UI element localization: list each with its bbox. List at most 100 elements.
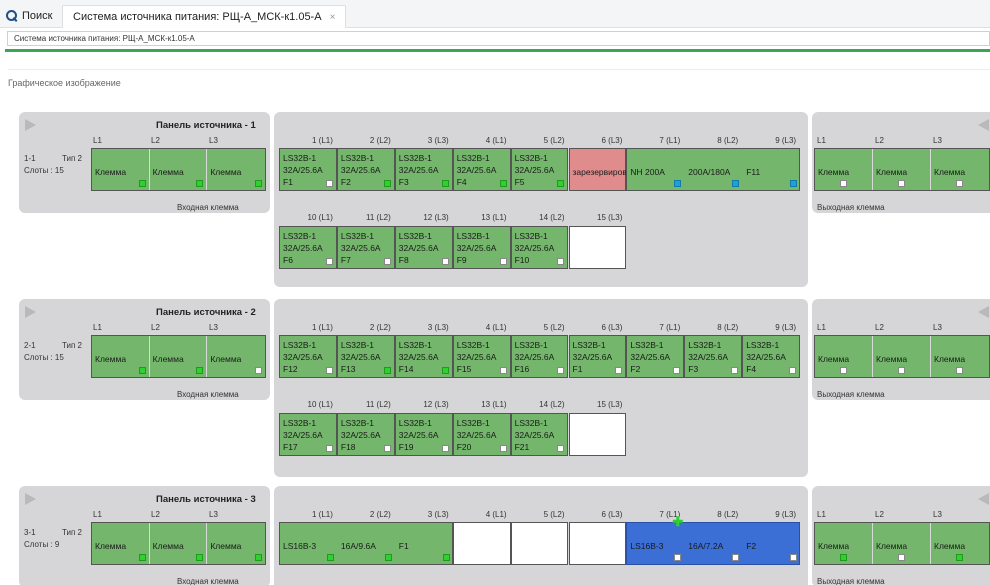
status-indicator — [383, 258, 391, 265]
input-terminal[interactable]: Клемма — [149, 523, 208, 564]
empty-slot[interactable] — [568, 226, 627, 269]
breaker-rating: 32A/25.6A — [398, 165, 439, 175]
collapse-icon[interactable] — [978, 119, 989, 131]
output-terminal[interactable]: Клемма — [873, 336, 931, 377]
breaker-model: LS32B-1 — [283, 153, 317, 163]
output-terminal[interactable]: Клемма — [815, 523, 873, 564]
breaker-rating: 32A/25.6A — [514, 352, 555, 362]
output-terminal-row[interactable]: Клемма Клемма Клемма — [814, 335, 990, 378]
slot-header: 2 (L2) — [369, 510, 391, 519]
breaker-rating: 32A/25.6A — [456, 243, 497, 253]
breaker-slot[interactable]: LS32B-1 32A/25.6A F4 — [742, 335, 801, 378]
breaker-rating: 32A/25.6A — [283, 165, 323, 175]
panel-title: Панель источника - 3 — [156, 494, 256, 505]
status-indicator — [732, 554, 740, 561]
input-terminal[interactable]: Клемма — [92, 336, 150, 377]
panel-id: 3-1 — [24, 528, 36, 537]
search-tab[interactable]: Поиск — [6, 8, 52, 24]
breaker-slot[interactable]: LS32B-1 32A/25.6A F3 — [394, 148, 453, 191]
input-terminal[interactable]: Клемма — [149, 149, 208, 190]
empty-slot[interactable] — [452, 522, 511, 565]
breaker-slot[interactable]: LS32B-1 32A/25.6A F6 — [279, 226, 337, 269]
empty-slot[interactable] — [568, 522, 627, 565]
phase-label: L2 — [875, 323, 884, 332]
output-terminal-row[interactable]: Клемма Клемма Клемма — [814, 148, 990, 191]
close-icon[interactable]: × — [330, 12, 336, 23]
panel-title: Панель источника - 1 — [156, 120, 256, 131]
breaker-slot[interactable]: LS32B-1 32A/25.6A F3 — [684, 335, 743, 378]
slot-header: 6 (L3) — [601, 323, 623, 332]
breaker-slot[interactable]: NH 200A 200A/180A F11 — [626, 148, 801, 191]
breaker-slot[interactable]: LS32B-1 32A/25.6A F17 — [279, 413, 337, 456]
empty-slot[interactable] — [510, 522, 569, 565]
breaker-id: F5 — [514, 177, 525, 187]
breaker-slot[interactable]: LS32B-1 32A/25.6A F4 — [452, 148, 511, 191]
output-terminal[interactable]: Клемма — [873, 523, 931, 564]
breaker-slot[interactable]: LS32B-1 32A/25.6A F1 — [568, 335, 627, 378]
breaker-rating: 32A/25.6A — [514, 165, 555, 175]
input-terminal-row[interactable]: Клемма Клемма Клемма — [91, 522, 266, 565]
breaker-slot[interactable]: LS32B-1 32A/25.6A F15 — [452, 335, 511, 378]
breaker-slot[interactable]: LS32B-1 32A/25.6A F9 — [452, 226, 511, 269]
output-terminal-label: Выходная клемма — [817, 577, 885, 585]
output-terminal[interactable]: Клемма — [931, 523, 989, 564]
phase-label: L2 — [151, 510, 160, 519]
breaker-slot[interactable]: LS32B-1 32A/25.6A F16 — [510, 335, 569, 378]
terminal-label: Клемма — [95, 541, 127, 551]
breaker-slot[interactable]: LS32B-1 32A/25.6A F14 — [394, 335, 453, 378]
breaker-slot[interactable]: LS16B-3 16A/9.6A F1 — [279, 522, 453, 565]
expand-icon[interactable] — [25, 306, 36, 318]
breaker-slot[interactable]: LS32B-1 32A/25.6A F2 — [336, 148, 395, 191]
add-icon[interactable]: ✚ — [672, 515, 683, 528]
output-terminal[interactable]: Клемма — [931, 149, 989, 190]
breaker-slot[interactable]: LS32B-1 32A/25.6A F13 — [336, 335, 395, 378]
expand-icon[interactable] — [25, 493, 36, 505]
empty-slot[interactable] — [568, 413, 627, 456]
breaker-slot[interactable]: зарезервированный — [568, 148, 652, 191]
breaker-id: F4 — [456, 177, 467, 187]
input-terminal[interactable]: Клемма — [207, 336, 265, 377]
breaker-slot[interactable]: LS32B-1 32A/25.6A F19 — [394, 413, 453, 456]
status-indicator — [790, 554, 798, 561]
slot-header: 5 (L2) — [543, 510, 565, 519]
status-indicator — [615, 367, 623, 374]
input-terminal[interactable]: Клемма — [207, 149, 265, 190]
output-terminal[interactable]: Клемма — [815, 149, 873, 190]
expand-icon[interactable] — [25, 119, 36, 131]
output-terminal[interactable]: Клемма — [931, 336, 989, 377]
collapse-icon[interactable] — [978, 306, 989, 318]
collapse-icon[interactable] — [978, 493, 989, 505]
breaker-slot[interactable]: LS32B-1 32A/25.6A F2 — [626, 335, 685, 378]
breaker-rating: 32A/25.6A — [630, 352, 671, 362]
breaker-slot[interactable]: LS32B-1 32A/25.6A F18 — [336, 413, 395, 456]
tab-power-source-system[interactable]: Система источника питания: РЩ-А_МСК-к1.0… — [62, 5, 347, 28]
breaker-slot[interactable]: LS32B-1 32A/25.6A F10 — [510, 226, 569, 269]
slot-header: 4 (L1) — [485, 510, 507, 519]
output-terminal-row[interactable]: Клемма Клемма Клемма — [814, 522, 990, 565]
breaker-slot[interactable]: LS32B-1 32A/25.6A F21 — [510, 413, 569, 456]
output-terminal[interactable]: Клемма — [873, 149, 931, 190]
phase-label: L3 — [933, 136, 942, 145]
phase-label: L1 — [817, 510, 826, 519]
breaker-slot[interactable]: LS32B-1 32A/25.6A F20 — [452, 413, 511, 456]
input-terminal[interactable]: Клемма — [207, 523, 265, 564]
terminal-label: Клемма — [818, 541, 850, 551]
input-terminal-row[interactable]: Клемма Клемма Клемма — [91, 148, 266, 191]
status-indicator — [732, 180, 740, 187]
breaker-slot[interactable]: LS32B-1 32A/25.6A F7 — [336, 226, 395, 269]
panel-id: 2-1 — [24, 341, 36, 350]
input-terminal[interactable]: Клемма — [149, 336, 208, 377]
input-terminal[interactable]: Клемма — [92, 523, 150, 564]
status-indicator — [255, 554, 262, 561]
input-terminal-row[interactable]: Клемма Клемма Клемма — [91, 335, 266, 378]
breaker-slot[interactable]: LS32B-1 32A/25.6A F1 — [279, 148, 337, 191]
breaker-slot[interactable]: ✚ LS16B-3 16A/7.2A F2 — [626, 515, 801, 565]
breaker-rating: 32A/25.6A — [283, 430, 323, 440]
breaker-slot[interactable]: LS32B-1 32A/25.6A F8 — [394, 226, 453, 269]
breaker-slot[interactable]: LS32B-1 32A/25.6A F12 — [279, 335, 337, 378]
input-terminal[interactable]: Клемма — [92, 149, 150, 190]
breaker-slot[interactable]: LS32B-1 32A/25.6A F5 — [510, 148, 569, 191]
output-terminal[interactable]: Клемма — [815, 336, 873, 377]
breaker-id: F14 — [398, 364, 414, 374]
slot-header: 3 (L3) — [427, 323, 449, 332]
